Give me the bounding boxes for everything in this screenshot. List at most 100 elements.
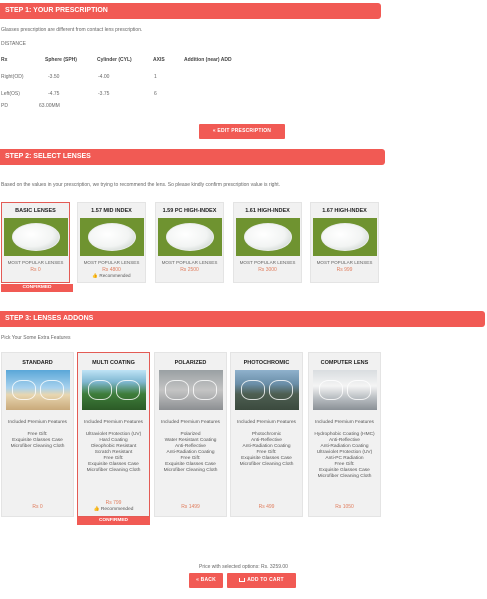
addon-feature: Microfiber Cleaning Cloth xyxy=(317,474,372,479)
left-cylinder: -3.75 xyxy=(98,91,110,97)
right-sphere: -3.50 xyxy=(48,74,60,80)
right-axis: 1 xyxy=(154,74,157,80)
lens-option-title: 1.67 HIGH-INDEX xyxy=(322,208,367,214)
left-sphere: -4.75 xyxy=(48,91,60,97)
addon-price: Rs 1499 xyxy=(181,504,200,510)
edit-prescription-button[interactable]: « EDIT PRESCRIPTION xyxy=(199,124,285,139)
total-price-text: Price with selected options: Rs. 3259.00 xyxy=(199,564,288,570)
glasses-frame-icon xyxy=(346,380,371,400)
lens-disc-icon xyxy=(243,223,292,251)
addon-confirmed-badge: CONFIRMED xyxy=(77,517,150,525)
addon-option-title: MULTI COATING xyxy=(92,360,135,366)
lens-image xyxy=(157,218,222,256)
lens-option-card[interactable]: 1.59 PC HIGH-INDEX MOST POPULAR LENSES Rs … xyxy=(155,202,224,283)
addon-feature-list: Included Premium Features Free Gift: Exqui… xyxy=(2,420,73,450)
addition-header: Addition (near) ADD xyxy=(184,57,232,63)
glasses-frame-icon xyxy=(39,380,64,400)
thumbs-up-icon: 👍 xyxy=(93,507,100,512)
distance-label: DISTANCE xyxy=(1,41,26,47)
lens-recommend-note: Based on the values in your prescription… xyxy=(1,182,281,188)
addon-feature: Included Premium Features xyxy=(237,420,296,425)
lens-option-card[interactable]: 1.57 MID INDEX MOST POPULAR LENSES Rs 4800… xyxy=(77,202,146,283)
lens-confirmed-badge: CONFIRMED xyxy=(1,284,73,292)
addon-feature: Included Premium Features xyxy=(315,420,374,425)
lens-popular-tag: MOST POPULAR LENSES xyxy=(316,260,373,265)
right-eye-label: Right(OD) xyxy=(1,74,24,80)
lens-option-card[interactable]: 1.67 HIGH-INDEX MOST POPULAR LENSES Rs 999 xyxy=(310,202,379,283)
cart-icon xyxy=(239,577,246,582)
lens-price: Rs 2500 xyxy=(180,267,199,273)
lens-recommended: 👍 Recommended xyxy=(78,273,145,279)
addon-feature: Microfiber Cleaning Cloth xyxy=(86,468,141,473)
glasses-frame-icon xyxy=(115,380,140,400)
lens-disc-icon xyxy=(11,223,60,251)
cylinder-header: Cylinder (CYL) xyxy=(97,57,132,63)
addon-option-card[interactable]: POLARIZED Included Premium Features Polari… xyxy=(154,352,227,517)
recommended-label: Recommended xyxy=(99,273,131,278)
glasses-laptop-image xyxy=(312,370,377,410)
lens-price: Rs 3000 xyxy=(258,267,277,273)
addon-feature: Microfiber Cleaning Cloth xyxy=(163,468,218,473)
addon-option-title: POLARIZED xyxy=(174,360,207,366)
add-to-cart-label: ADD TO CART xyxy=(247,577,284,583)
lens-option-card[interactable]: BASIC LENSES MOST POPULAR LENSES Rs 0 xyxy=(1,202,70,283)
addon-price: Rs 799 xyxy=(105,500,122,506)
recommended-label: Recommended xyxy=(100,507,134,512)
lens-option-title: 1.57 MID INDEX xyxy=(91,208,132,214)
glasses-frame-icon xyxy=(240,380,265,400)
thumbs-up-icon: 👍 xyxy=(92,273,99,278)
glasses-mountain-image xyxy=(234,370,299,410)
axis-header: AXIS xyxy=(153,57,165,63)
left-eye-label: Left(OS) xyxy=(1,91,20,97)
back-button[interactable]: « BACK xyxy=(189,573,223,588)
addon-option-card[interactable]: MULTI COATING Included Premium Features Ul… xyxy=(77,352,150,517)
lens-disc-icon xyxy=(320,223,369,251)
addon-feature: Microfiber Cleaning Cloth xyxy=(239,462,294,467)
addon-feature: Included Premium Features xyxy=(84,420,143,425)
glasses-frame-icon xyxy=(268,380,293,400)
glasses-frame-icon xyxy=(87,380,112,400)
lens-popular-tag: MOST POPULAR LENSES xyxy=(161,260,218,265)
addon-feature-list: Included Premium Features Photochromic Ant… xyxy=(231,420,302,468)
lens-image xyxy=(312,218,377,256)
rx-header: Rx xyxy=(1,57,8,63)
addon-feature-list: Included Premium Features Ultraviolet Pro… xyxy=(78,420,149,474)
lens-option-title: 1.59 PC HIGH-INDEX xyxy=(162,208,217,214)
glasses-trees-image xyxy=(81,370,146,410)
addon-price: Rs 499 xyxy=(258,504,275,510)
step2-header: STEP 2: SELECT LENSES xyxy=(0,149,385,165)
lens-option-title: 1.61 HIGH-INDEX xyxy=(245,208,290,214)
addon-feature: Included Premium Features xyxy=(161,420,220,425)
addon-option-card[interactable]: COMPUTER LENS Included Premium Features Hy… xyxy=(308,352,381,517)
addon-feature-list: Included Premium Features Hydrophobic Coa… xyxy=(309,420,380,480)
lens-price: Rs 999 xyxy=(336,267,353,273)
add-to-cart-button[interactable]: ADD TO CART xyxy=(227,573,296,588)
glasses-beach-image xyxy=(5,370,70,410)
lens-image xyxy=(3,218,68,256)
pd-label: PD xyxy=(1,103,8,109)
lens-disc-icon xyxy=(165,223,214,251)
sphere-header: Sphere (SPH) xyxy=(45,57,77,63)
lens-disc-icon xyxy=(87,223,136,251)
addon-option-title: COMPUTER LENS xyxy=(320,360,369,366)
prescription-note: Glasses prescription are different from … xyxy=(1,27,143,33)
lens-image xyxy=(79,218,144,256)
step3-header: STEP 3: LENSES ADDONS xyxy=(0,311,485,327)
pd-value: 63.00MM xyxy=(39,103,60,109)
right-cylinder: -4.00 xyxy=(98,74,110,80)
addon-feature: Included Premium Features xyxy=(8,420,67,425)
addon-price: Rs 1050 xyxy=(335,504,354,510)
lens-option-title: BASIC LENSES xyxy=(15,208,56,214)
addon-price: Rs 0 xyxy=(32,504,43,510)
glasses-frame-icon xyxy=(192,380,217,400)
glasses-frame-icon xyxy=(11,380,36,400)
glasses-frame-icon xyxy=(318,380,343,400)
addon-feature-list: Included Premium Features Polarized Water … xyxy=(155,420,226,474)
addon-option-card[interactable]: STANDARD Included Premium Features Free Gi… xyxy=(1,352,74,517)
lens-popular-tag: MOST POPULAR LENSES xyxy=(83,260,140,265)
lens-image xyxy=(235,218,300,256)
glasses-tinted-image xyxy=(158,370,223,410)
left-axis: 6 xyxy=(154,91,157,97)
addon-option-card[interactable]: PHOTOCHROMIC Included Premium Features Pho… xyxy=(230,352,303,517)
lens-option-card[interactable]: 1.61 HIGH-INDEX MOST POPULAR LENSES Rs 300… xyxy=(233,202,302,283)
